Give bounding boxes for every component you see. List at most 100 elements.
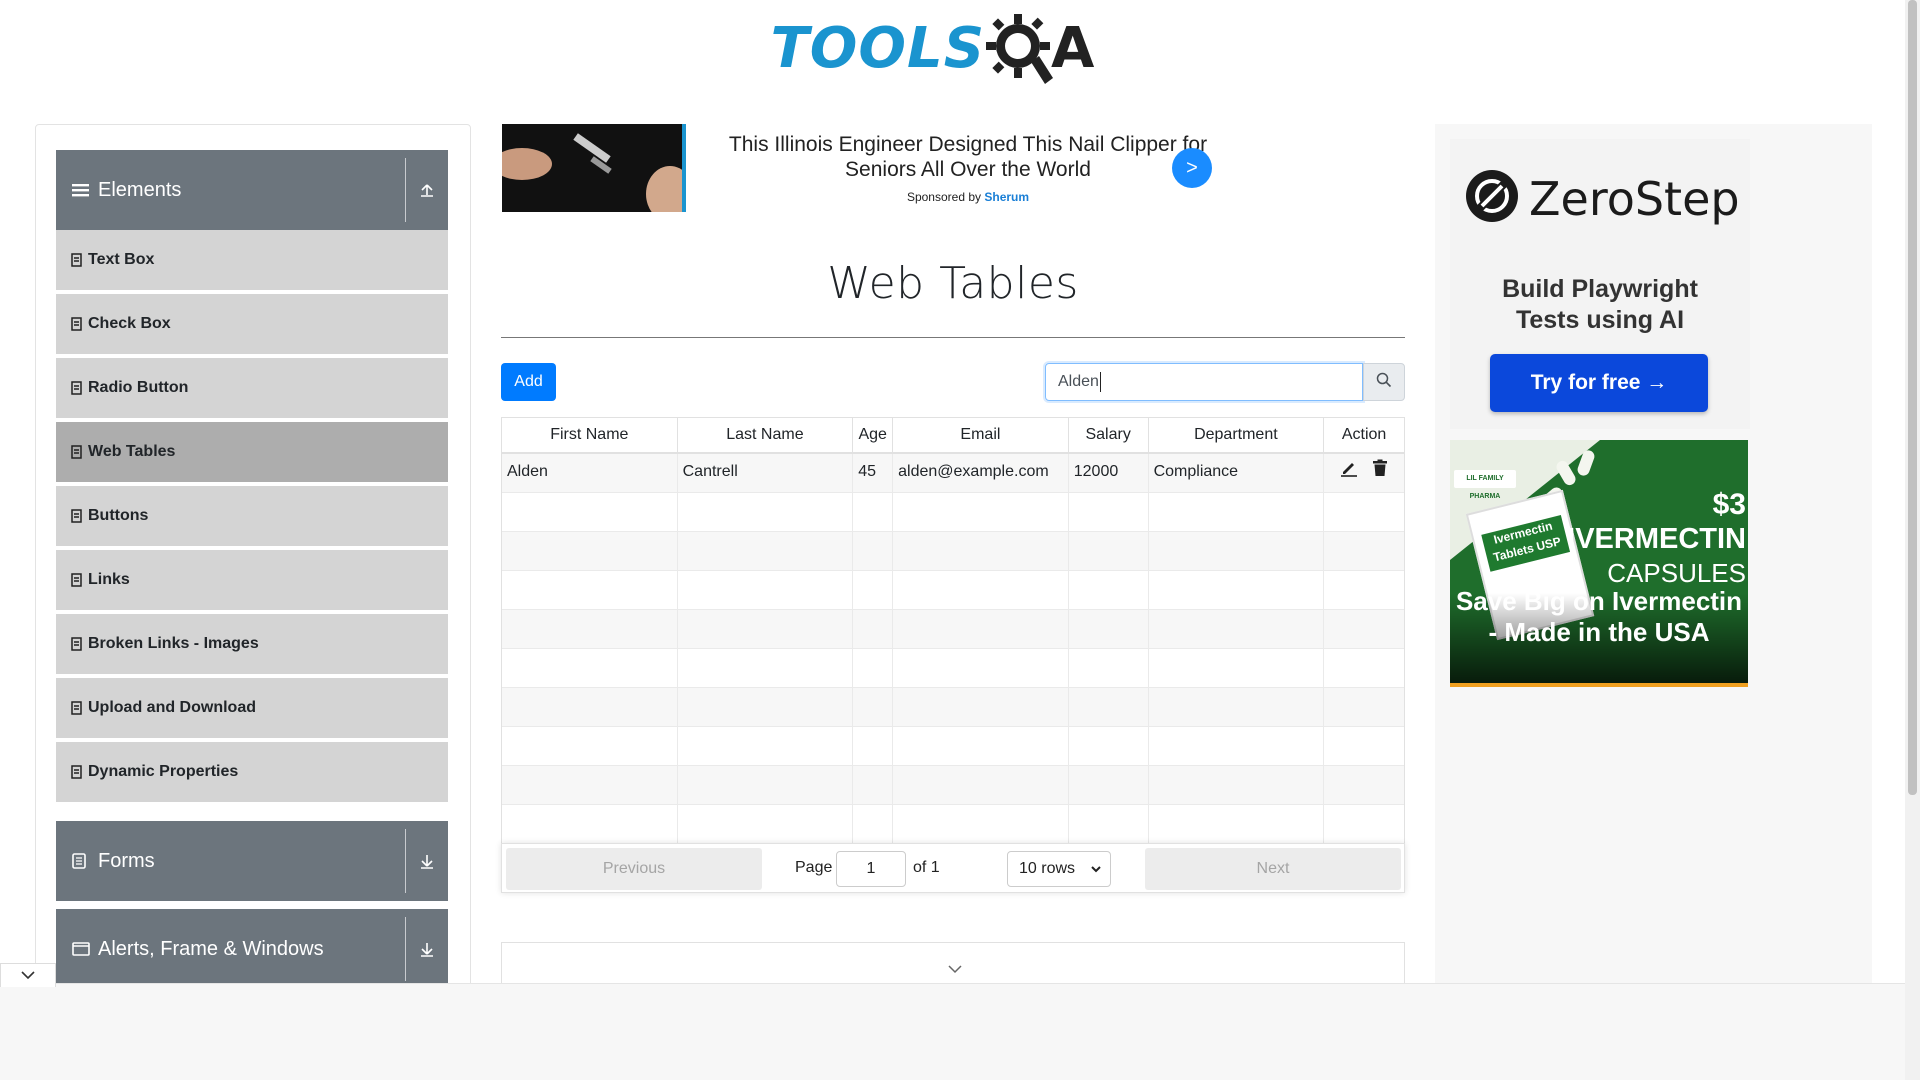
hamburger-icon <box>72 182 92 198</box>
cell-age: 45 <box>853 454 894 492</box>
ad-arrow-button[interactable]: > <box>1172 148 1212 188</box>
doc-icon <box>71 317 82 331</box>
doc-icon <box>71 637 82 651</box>
sidebar-item-dynamic-properties[interactable]: Dynamic Properties <box>56 742 448 804</box>
sidebar-item-web-tables[interactable]: Web Tables <box>56 422 448 484</box>
edit-icon[interactable] <box>1340 455 1358 491</box>
doc-icon <box>71 765 82 779</box>
scrollbar-thumb[interactable] <box>1908 0 1917 795</box>
gear-magnifier-icon <box>985 10 1055 86</box>
zerostep-tagline: Build Playwright Tests using AI <box>1450 274 1750 336</box>
column-header-department[interactable]: Department <box>1149 418 1325 452</box>
collapse-up-icon[interactable] <box>406 182 448 198</box>
table-row-empty <box>502 571 1404 610</box>
window-icon <box>72 941 92 957</box>
sidebar-item-label: Buttons <box>88 507 149 524</box>
table-row: Alden Cantrell 45 alden@example.com 1200… <box>502 454 1404 493</box>
cell-action <box>1324 454 1404 492</box>
search-button[interactable] <box>1363 363 1405 401</box>
sidebar-item-label: Links <box>88 571 130 588</box>
table-row-empty <box>502 610 1404 649</box>
sidebar-item-label: Upload and Download <box>88 699 256 716</box>
column-header-email[interactable]: Email <box>893 418 1069 452</box>
doc-icon <box>71 445 82 459</box>
pharma-logo: LIL FAMILY PHARMA <box>1454 470 1516 500</box>
zerostep-logo-icon <box>1465 169 1519 228</box>
group-alerts-frame-windows[interactable]: Alerts, Frame & Windows <box>56 909 448 989</box>
column-header-action: Action <box>1341 426 1387 443</box>
table-header: First Name Last Name Age Email Salary De… <box>502 418 1404 454</box>
previous-button[interactable]: Previous <box>506 848 762 890</box>
sidebar-item-label: Radio Button <box>88 379 189 396</box>
table-row-empty <box>502 688 1404 727</box>
logo-text-tools: TOOLS <box>770 15 986 81</box>
collapse-ad-button[interactable] <box>0 963 56 987</box>
page-label: Page <box>795 859 833 876</box>
site-header: TOOLS A <box>0 0 1905 110</box>
zerostep-ad[interactable]: ZeroStep Build Playwright Tests using AI… <box>1450 139 1750 429</box>
table-row-empty <box>502 649 1404 688</box>
sidebar-item-label: Text Box <box>88 251 155 268</box>
sidebar-item-check-box[interactable]: Check Box <box>56 294 448 356</box>
sidebar-item-label: Web Tables <box>88 443 176 460</box>
column-header-last-name[interactable]: Last Name <box>678 418 854 452</box>
search-icon <box>1376 372 1392 393</box>
cell-department: Compliance <box>1149 454 1325 492</box>
ad-price: $3 IVERMECTIN CAPSULES <box>1567 488 1746 590</box>
table-row-empty <box>502 532 1404 571</box>
chevron-down-icon[interactable] <box>948 961 962 979</box>
group-forms[interactable]: Forms <box>56 821 448 901</box>
column-header-salary[interactable]: Salary <box>1069 418 1149 452</box>
table-row-empty <box>502 805 1404 844</box>
divider <box>501 337 1405 338</box>
group-elements[interactable]: Elements <box>56 150 448 230</box>
ivermectin-ad[interactable]: LIL FAMILY PHARMA Ivermectin Tablets USP… <box>1450 440 1748 687</box>
expand-down-icon[interactable] <box>406 941 448 957</box>
group-label: Alerts, Frame & Windows <box>98 937 324 960</box>
ad-headline: This Illinois Engineer Designed This Nai… <box>728 133 1208 181</box>
group-label: Forms <box>98 849 155 872</box>
page-number-input[interactable]: 1 <box>836 851 906 887</box>
sponsor-prefix: Sponsored by <box>906 190 982 204</box>
add-button[interactable]: Add <box>501 363 556 401</box>
next-button[interactable]: Next <box>1145 848 1401 890</box>
sidebar-item-label: Broken Links - Images <box>88 635 259 652</box>
rows-per-page-value: 10 rows <box>1019 860 1076 877</box>
sidebar-item-radio-button[interactable]: Radio Button <box>56 358 448 420</box>
page-scrollbar[interactable] <box>1905 0 1920 1080</box>
page-title: Web Tables <box>827 258 1079 309</box>
toolsqa-logo[interactable]: TOOLS A <box>770 8 1094 88</box>
delete-icon[interactable] <box>1372 455 1388 491</box>
price-line: IVERMECTIN <box>1567 523 1746 555</box>
column-header-age[interactable]: Age <box>853 418 894 452</box>
doc-icon <box>71 253 82 267</box>
sponsor-name[interactable]: Sherum <box>984 190 1029 204</box>
search-input[interactable]: Alden <box>1045 363 1363 401</box>
doc-icon <box>71 573 82 587</box>
rows-per-page-select[interactable]: 10 rows <box>1007 851 1111 887</box>
web-table: First Name Last Name Age Email Salary De… <box>501 417 1405 893</box>
cell-salary: 12000 <box>1069 454 1149 492</box>
cell-first-name: Alden <box>502 454 678 492</box>
expand-down-icon[interactable] <box>406 853 448 869</box>
box-label: Ivermectin Tablets USP <box>1481 515 1571 572</box>
try-for-free-button[interactable]: Try for free → <box>1490 354 1708 412</box>
sidebar-item-text-box[interactable]: Text Box <box>56 230 448 292</box>
ad-banner[interactable]: This Illinois Engineer Designed This Nai… <box>502 124 1212 212</box>
sidebar-item-upload-download[interactable]: Upload and Download <box>56 678 448 740</box>
sidebar-item-links[interactable]: Links <box>56 550 448 612</box>
sidebar-item-buttons[interactable]: Buttons <box>56 486 448 548</box>
doc-icon <box>71 509 82 523</box>
price-line: $3 <box>1712 488 1746 521</box>
search-input-value: Alden <box>1058 373 1099 390</box>
form-icon <box>72 853 92 869</box>
price-line: CAPSULES <box>1607 558 1746 588</box>
chevron-down-icon <box>1090 862 1102 880</box>
sidebar-item-broken-links[interactable]: Broken Links - Images <box>56 614 448 676</box>
ad-image <box>502 124 686 212</box>
doc-icon <box>71 701 82 715</box>
table-row-empty <box>502 727 1404 766</box>
column-header-first-name[interactable]: First Name <box>502 418 678 452</box>
cell-last-name: Cantrell <box>678 454 854 492</box>
sidebar: Elements Text Box Check Box Radio Button… <box>35 124 471 994</box>
